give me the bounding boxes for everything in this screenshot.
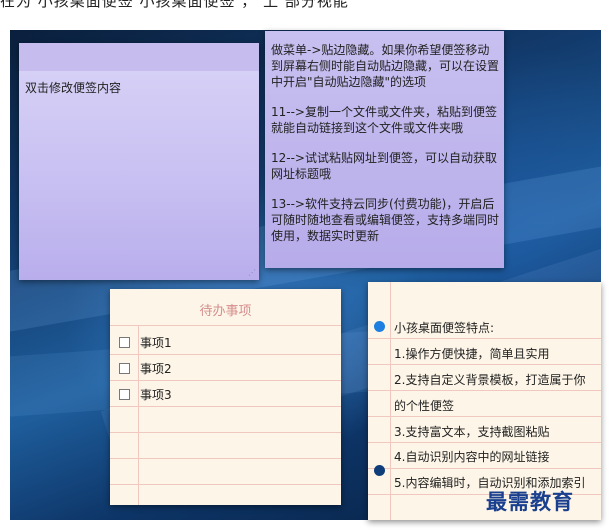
watermark-logo: 最需教育 [486,489,574,514]
todo-item-label[interactable]: 事项1 [140,334,172,351]
margin-line [390,282,391,520]
todo-item[interactable]: 事项3 [119,386,172,403]
bullet-dot-icon [374,465,385,476]
ruled-line [110,380,341,381]
todo-item[interactable]: 事项1 [119,334,172,351]
ruled-line [110,406,341,407]
ruled-line [368,416,601,417]
margin-line [138,325,139,505]
todo-title: 待办事项 [199,304,252,319]
ruled-line [368,364,601,365]
todo-item-label[interactable]: 事项3 [140,386,172,403]
todo-item-label[interactable]: 事项2 [140,360,172,377]
todo-checkbox[interactable] [119,336,130,348]
ruled-line [368,442,601,443]
note-content[interactable]: 做菜单->贴边隐藏。如果你希望便签移动到屏幕右侧时能自动贴边隐藏，可以在设置中开… [271,43,500,258]
ruled-line [110,325,341,326]
sticky-note-tips[interactable]: 做菜单->贴边隐藏。如果你希望便签移动到屏幕右侧时能自动贴边隐藏，可以在设置中开… [265,31,504,268]
tip-paragraph: 13-->软件支持云同步(付费功能)，开启后可随时随地查看或编辑便签，支持多端同… [271,197,500,243]
feature-line[interactable]: 2.支持自定义背景模板，打造属于你 [394,371,585,388]
tip-paragraph: 12-->试试粘贴网址到便签，可以自动获取网址标题哦 [271,151,497,181]
tip-paragraph: 做菜单->贴边隐藏。如果你希望便签移动到屏幕右侧时能自动贴边隐藏，可以在设置中开… [271,43,500,89]
top-caption: 在为 小孩桌面便签 小孩桌面便签 ， 上 部分视能 [0,0,349,10]
sticky-note-empty[interactable]: 双击修改便签内容 ⋰ [19,43,259,280]
ruled-line [110,458,341,459]
top-caption-strip: 在为 小孩桌面便签 小孩桌面便签 ， 上 部分视能 [0,0,610,30]
ruled-line [110,484,341,485]
todo-item[interactable]: 事项2 [119,360,172,377]
todo-checkbox[interactable] [119,388,130,400]
todo-note[interactable]: 待办事项 事项1 事项2 事项3 [110,289,341,505]
feature-line[interactable]: 3.支持富文本，支持截图粘贴 [394,423,549,440]
feature-line[interactable]: 1.操作方便快捷，简单且实用 [394,345,549,362]
ruled-line [368,338,601,339]
tip-paragraph: 11-->复制一个文件或文件夹，粘贴到便签就能自动链接到这个文件或文件夹哦 [271,105,497,135]
ruled-line [110,354,341,355]
ruled-line [110,432,341,433]
note-title-bar[interactable] [19,43,259,71]
note-content[interactable]: 双击修改便签内容 [25,79,121,96]
feature-line[interactable]: 的个性便签 [394,397,454,414]
feature-line[interactable]: 4.自动识别内容中的网址链接 [394,448,549,465]
bullet-dot-icon [374,321,385,332]
todo-checkbox[interactable] [119,362,130,374]
features-note[interactable]: 小孩桌面便签特点: 1.操作方便快捷，简单且实用 2.支持自定义背景模板，打造属… [368,282,601,520]
resize-grip-icon[interactable]: ⋰ [248,268,256,277]
ruled-line [368,468,601,469]
ruled-line [368,390,601,391]
feature-heading[interactable]: 小孩桌面便签特点: [394,319,494,336]
